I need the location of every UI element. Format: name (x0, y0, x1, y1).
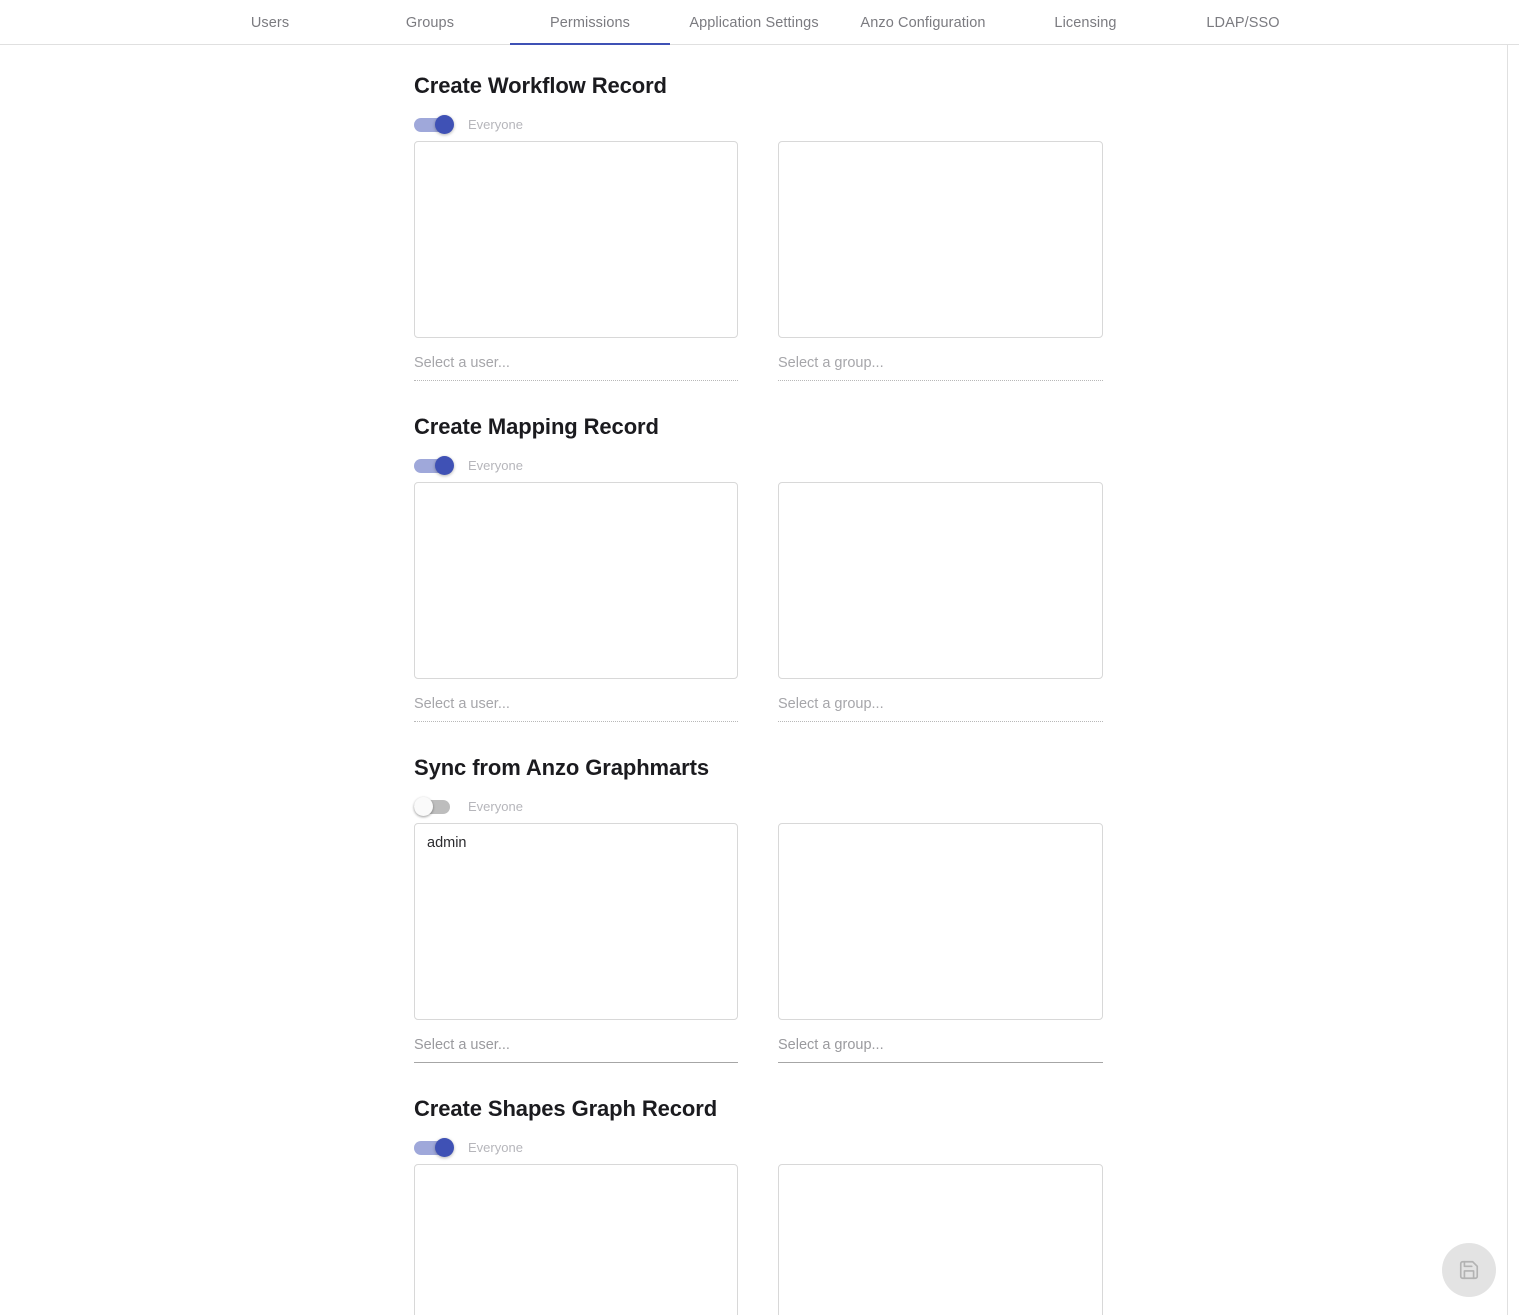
everyone-toggle[interactable] (414, 796, 455, 816)
tab-users[interactable]: Users (190, 0, 350, 45)
section-title: Create Mapping Record (414, 414, 659, 439)
select-placeholder: Select a user... (414, 1037, 510, 1053)
selected-users-list[interactable] (414, 1164, 738, 1315)
permission-section: Create Mapping Record Everyone Select a us… (414, 414, 1103, 724)
tab-licensing[interactable]: Licensing (1008, 0, 1163, 45)
select-underline (414, 1062, 738, 1063)
toggle-knob (414, 796, 433, 816)
select-group-input: Select a group... (778, 694, 1103, 722)
select-placeholder: Select a group... (778, 355, 884, 371)
everyone-toggle-row: Everyone (414, 1137, 1103, 1157)
tab-label: Permissions (549, 14, 631, 31)
everyone-toggle-label: Everyone (468, 798, 523, 814)
select-placeholder: Select a group... (778, 1037, 884, 1053)
tab-label: Users (250, 14, 290, 31)
select-group-input: Select a group... (778, 353, 1103, 381)
dual-list-area: admin Select a user... Select a group... (414, 823, 1103, 1065)
selected-users-list[interactable]: admin (414, 823, 738, 1020)
section-title: Sync from Anzo Graphmarts (414, 755, 709, 780)
groups-column: Select a group... (778, 823, 1103, 1063)
permissions-content[interactable]: Create Workflow Record Everyone Select a u… (0, 45, 1508, 1315)
select-user-input[interactable]: Select a user... (414, 1035, 738, 1063)
selected-users-list[interactable] (414, 482, 738, 679)
everyone-toggle-label: Everyone (468, 457, 523, 473)
select-underline (778, 1062, 1103, 1063)
dual-list-area: Select a user... Select a group... (414, 1164, 1103, 1315)
permission-section: Sync from Anzo Graphmarts Everyone admin Se… (414, 755, 1103, 1065)
groups-column: Select a group... (778, 141, 1103, 381)
toggle-knob (435, 455, 454, 475)
select-group-input[interactable]: Select a group... (778, 1035, 1103, 1063)
tab-ldap-sso[interactable]: LDAP/SSO (1163, 0, 1323, 45)
selected-groups-list[interactable] (778, 823, 1103, 1020)
selected-groups-list[interactable] (778, 482, 1103, 679)
select-underline (778, 380, 1103, 381)
section-title: Create Shapes Graph Record (414, 1096, 718, 1121)
select-placeholder: Select a group... (778, 696, 884, 712)
tab-label: Anzo Configuration (860, 14, 986, 31)
users-column: Select a user... (414, 482, 738, 722)
selected-groups-list[interactable] (778, 141, 1103, 338)
select-underline (778, 721, 1103, 722)
select-placeholder: Select a user... (414, 696, 510, 712)
permissions-page: Users Groups Permissions Application Settin… (0, 0, 1519, 1315)
section-title: Create Workflow Record (414, 73, 667, 98)
everyone-toggle[interactable] (414, 455, 455, 475)
tab-label: Groups (405, 14, 455, 31)
everyone-toggle[interactable] (414, 1137, 455, 1157)
everyone-toggle[interactable] (414, 114, 455, 134)
tab-label: Licensing (1054, 14, 1117, 31)
everyone-toggle-row: Everyone (414, 796, 1103, 816)
tab-label: LDAP/SSO (1206, 14, 1280, 31)
select-user-input: Select a user... (414, 694, 738, 722)
groups-column: Select a group... (778, 482, 1103, 722)
users-column: Select a user... (414, 1164, 738, 1315)
save-floppy-icon (1458, 1259, 1480, 1281)
dual-list-area: Select a user... Select a group... (414, 482, 1103, 724)
save-button[interactable] (1442, 1243, 1496, 1297)
users-column: admin Select a user... (414, 823, 738, 1063)
permission-section: Create Workflow Record Everyone Select a u… (414, 73, 1103, 383)
tab-anzo-configuration[interactable]: Anzo Configuration (838, 0, 1008, 45)
select-placeholder: Select a user... (414, 355, 510, 371)
select-underline (414, 721, 738, 722)
everyone-toggle-row: Everyone (414, 455, 1103, 475)
everyone-toggle-label: Everyone (468, 1139, 523, 1155)
tab-label: Application Settings (689, 14, 819, 31)
everyone-toggle-label: Everyone (468, 116, 523, 132)
tab-application-settings[interactable]: Application Settings (670, 0, 838, 45)
users-column: Select a user... (414, 141, 738, 381)
dual-list-area: Select a user... Select a group... (414, 141, 1103, 383)
selected-users-list[interactable] (414, 141, 738, 338)
list-item[interactable]: admin (415, 832, 737, 854)
toggle-knob (435, 1137, 454, 1157)
select-underline (414, 380, 738, 381)
selected-groups-list[interactable] (778, 1164, 1103, 1315)
groups-column: Select a group... (778, 1164, 1103, 1315)
tab-permissions[interactable]: Permissions (510, 0, 670, 46)
settings-tabbar: Users Groups Permissions Application Settin… (0, 0, 1519, 46)
permission-section: Create Shapes Graph Record Everyone Select… (414, 1096, 1103, 1315)
select-user-input: Select a user... (414, 353, 738, 381)
tabbar-inner: Users Groups Permissions Application Settin… (0, 0, 1508, 46)
tab-groups[interactable]: Groups (350, 0, 510, 45)
everyone-toggle-row: Everyone (414, 114, 1103, 134)
toggle-knob (435, 114, 454, 134)
